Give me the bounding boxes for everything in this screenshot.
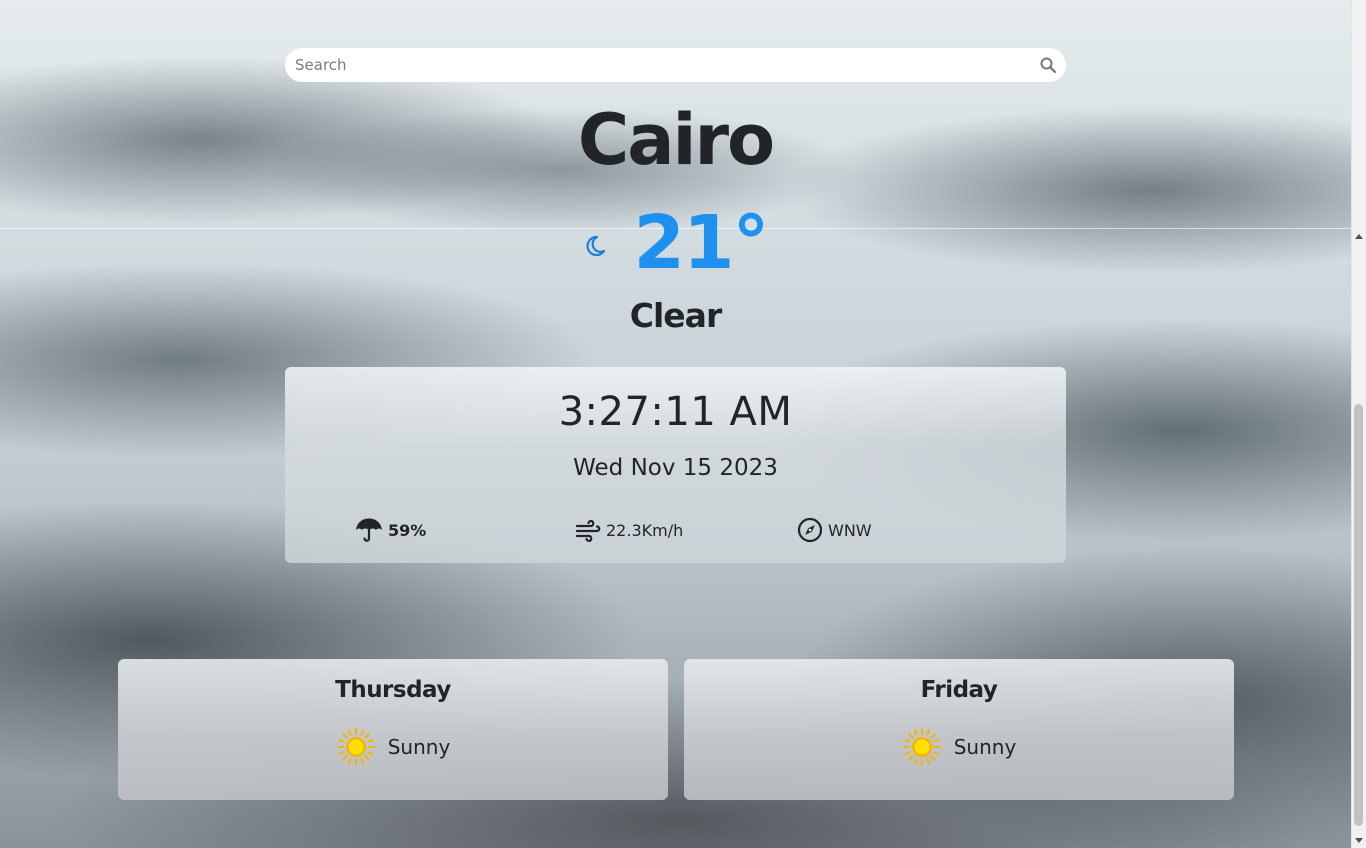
forecast-day: Friday — [920, 677, 998, 703]
search-input[interactable] — [285, 48, 1030, 82]
forecast-condition: Sunny — [387, 735, 451, 759]
forecast-card: Friday Sunny — [684, 659, 1234, 800]
compass-icon — [797, 517, 823, 543]
search-bar — [285, 48, 1066, 82]
scrollbar-thumb[interactable] — [1354, 404, 1363, 826]
forecast-condition-row: Sunny — [118, 727, 668, 767]
sun-icon — [902, 728, 941, 766]
sun-icon — [336, 728, 375, 766]
moon-icon — [585, 235, 605, 257]
forecast-condition: Sunny — [953, 735, 1017, 759]
current-time: 3:27:11 AM — [558, 389, 793, 435]
details-card: 3:27:11 AM Wed Nov 15 2023 59% 22.3Km/h … — [285, 367, 1066, 563]
current-temperature: 21° — [633, 200, 770, 286]
forecast-day: Thursday — [335, 677, 451, 703]
forecast-condition-row: Sunny — [684, 727, 1234, 767]
scrollbar[interactable] — [1351, 0, 1366, 848]
wind-direction-stat: WNW — [797, 517, 872, 543]
current-date: Wed Nov 15 2023 — [573, 455, 778, 481]
wind-icon — [575, 519, 601, 543]
umbrella-icon — [356, 518, 382, 542]
search-button[interactable] — [1030, 48, 1066, 82]
wind-speed-value: 22.3Km/h — [606, 520, 684, 540]
current-temperature-row: 21° — [0, 198, 1351, 288]
wind-speed-stat: 22.3Km/h — [575, 517, 683, 543]
humidity-value: 59% — [388, 520, 427, 540]
humidity-stat: 59% — [355, 517, 426, 543]
forecast-card: Thursday Sunny — [118, 659, 668, 800]
scroll-down-arrow[interactable] — [1351, 833, 1366, 848]
search-icon — [1040, 57, 1056, 73]
city-name: Cairo — [577, 99, 775, 181]
wind-direction-value: WNW — [828, 520, 872, 540]
current-condition: Clear — [629, 296, 722, 335]
scroll-up-arrow[interactable] — [1351, 229, 1366, 244]
